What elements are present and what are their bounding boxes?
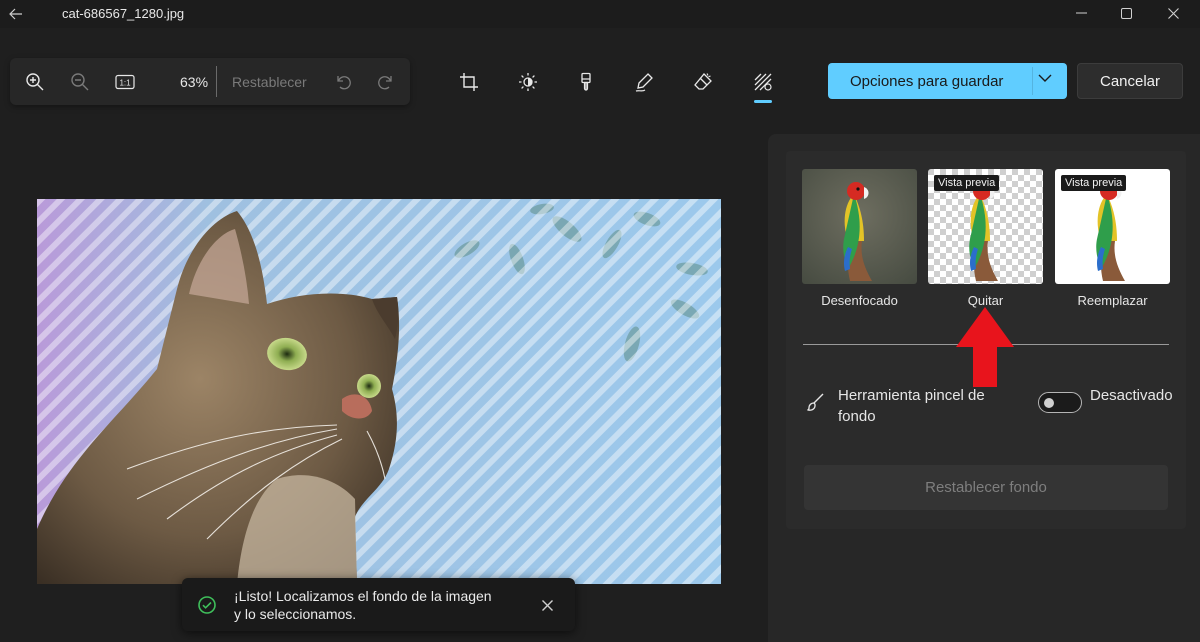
erase-icon [694,73,712,90]
cancel-button[interactable]: Cancelar [1077,63,1183,99]
crop-tool[interactable] [456,69,482,95]
brush-tool-label: Herramienta pincel de fondo [838,387,985,425]
background-tool[interactable] [750,69,776,95]
zoom-out-button[interactable] [68,70,92,94]
maximize-button[interactable] [1103,0,1149,26]
split-button-divider [1032,67,1033,95]
crop-icon [460,73,478,91]
parrot-blur-image [802,169,917,284]
success-toast: ¡Listo! Localizamos el fondo de la image… [182,578,575,631]
reset-background-button[interactable]: Restablecer fondo [804,465,1168,510]
close-icon [541,599,553,611]
brightness-icon [519,73,537,91]
minimize-icon [1075,12,1087,14]
erase-tool[interactable] [690,69,716,95]
save-options-label: Opciones para guardar [850,73,1004,90]
chevron-down-icon[interactable] [1038,74,1052,83]
toolbar-divider [216,66,217,97]
brush-tool-toggle[interactable] [1038,392,1082,413]
zoom-level: 63% [180,74,209,90]
option-blur-thumbnail[interactable] [802,169,917,284]
undo-icon [337,76,351,90]
minimize-button[interactable] [1058,0,1104,26]
filter-brush-icon [581,72,591,91]
option-replace-thumbnail[interactable]: Vista previa [1055,169,1170,284]
preview-badge: Vista previa [934,175,1000,191]
toast-message-line1: ¡Listo! Localizamos el fondo de la image… [234,588,492,604]
red-arrow-annotation [956,307,1014,387]
actual-size-button[interactable]: 1:1 [113,70,137,94]
zoom-toolbar: 1:1 63% Restablecer [10,58,410,105]
back-arrow-icon [9,8,22,20]
option-remove-thumbnail[interactable]: Vista previa [928,169,1043,284]
markup-tool[interactable] [631,69,657,95]
filter-tool[interactable] [573,69,599,95]
background-icon [754,73,772,91]
redo-button[interactable] [374,70,398,94]
zoom-in-button[interactable] [23,70,47,94]
actual-size-icon: 1:1 [115,74,135,90]
markup-pen-icon [635,73,653,92]
zoom-out-icon [71,73,89,91]
back-button[interactable] [0,0,32,28]
toast-close-button[interactable] [538,596,556,614]
undo-button[interactable] [331,70,355,94]
selected-tool-indicator [754,100,772,103]
maximize-icon [1120,7,1132,19]
reset-zoom-button[interactable]: Restablecer [232,74,307,90]
option-replace-label[interactable]: Reemplazar [1055,293,1170,308]
option-blur-label[interactable]: Desenfocado [802,293,917,308]
adjust-tool[interactable] [515,69,541,95]
redo-icon [378,76,392,90]
brush-icon [807,393,824,411]
toggle-state-label: Desactivado [1090,387,1173,404]
close-window-button[interactable] [1150,0,1196,26]
cat-photo-image [37,199,721,584]
photo-canvas[interactable] [37,199,721,584]
close-icon [1167,7,1179,19]
toggle-knob [1044,398,1054,408]
zoom-in-icon [26,73,44,91]
toast-message-line2: y lo seleccionamos. [234,606,357,622]
preview-badge: Vista previa [1061,175,1127,191]
window-title: cat-686567_1280.jpg [62,6,185,21]
svg-text:1:1: 1:1 [119,79,131,88]
checkmark-circle-icon [198,596,216,614]
